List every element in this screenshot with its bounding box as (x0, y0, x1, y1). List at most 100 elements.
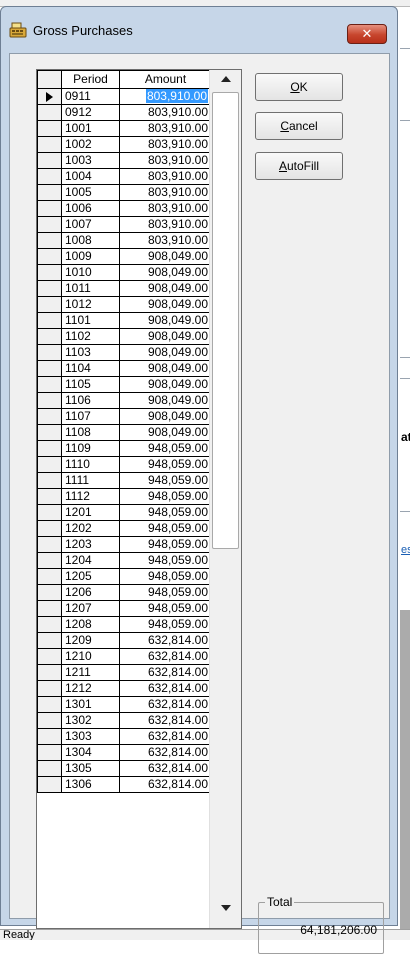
period-cell[interactable]: 1204 (61, 552, 120, 569)
row-selector[interactable] (37, 88, 62, 105)
row-selector[interactable] (37, 472, 62, 489)
period-cell[interactable]: 1106 (61, 392, 120, 409)
amount-cell[interactable]: 632,814.00 (119, 696, 212, 713)
amount-cell[interactable]: 803,910.00 (119, 120, 212, 137)
background-link-fragment[interactable]: esp (401, 544, 410, 556)
table-row[interactable]: 1303 632,814.00 (37, 728, 212, 745)
amount-cell[interactable]: 803,910.00 (119, 88, 212, 105)
row-selector[interactable] (37, 728, 62, 745)
row-selector[interactable] (37, 408, 62, 425)
period-cell[interactable]: 1103 (61, 344, 120, 361)
period-cell[interactable]: 1211 (61, 664, 120, 681)
row-selector[interactable] (37, 312, 62, 329)
amount-cell[interactable]: 632,814.00 (119, 632, 212, 649)
period-cell[interactable]: 1209 (61, 632, 120, 649)
row-selector[interactable] (37, 120, 62, 137)
amount-cell[interactable]: 948,059.00 (119, 520, 212, 537)
row-selector[interactable] (37, 680, 62, 697)
amount-cell[interactable]: 908,049.00 (119, 280, 212, 297)
row-selector[interactable] (37, 488, 62, 505)
table-row[interactable]: 1008 803,910.00 (37, 232, 212, 249)
row-selector[interactable] (37, 264, 62, 281)
amount-cell[interactable]: 948,059.00 (119, 504, 212, 521)
row-selector[interactable] (37, 296, 62, 313)
period-cell[interactable]: 1305 (61, 760, 120, 777)
period-cell[interactable]: 1202 (61, 520, 120, 537)
table-row[interactable]: 1302 632,814.00 (37, 712, 212, 729)
table-row[interactable]: 1109 948,059.00 (37, 440, 212, 457)
table-row[interactable]: 1205 948,059.00 (37, 568, 212, 585)
period-cell[interactable]: 1304 (61, 744, 120, 761)
amount-cell[interactable]: 948,059.00 (119, 456, 212, 473)
row-selector[interactable] (37, 440, 62, 457)
row-selector[interactable] (37, 392, 62, 409)
row-selector[interactable] (37, 184, 62, 201)
table-row[interactable]: 1004 803,910.00 (37, 168, 212, 185)
period-cell[interactable]: 1002 (61, 136, 120, 153)
table-row[interactable]: 1203 948,059.00 (37, 536, 212, 553)
table-row[interactable]: 1112 948,059.00 (37, 488, 212, 505)
table-row[interactable]: 1102 908,049.00 (37, 328, 212, 345)
row-selector[interactable] (37, 360, 62, 377)
scroll-up-arrow-icon[interactable] (221, 76, 231, 82)
period-cell[interactable]: 1011 (61, 280, 120, 297)
amount-cell[interactable]: 908,049.00 (119, 392, 212, 409)
row-selector[interactable] (37, 584, 62, 601)
row-selector[interactable] (37, 376, 62, 393)
table-row[interactable]: 1204 948,059.00 (37, 552, 212, 569)
amount-cell[interactable]: 908,049.00 (119, 312, 212, 329)
period-cell[interactable]: 1005 (61, 184, 120, 201)
period-cell[interactable]: 0911 (61, 88, 120, 105)
table-row[interactable]: 1105 908,049.00 (37, 376, 212, 393)
row-selector[interactable] (37, 216, 62, 233)
period-cell[interactable]: 1104 (61, 360, 120, 377)
period-cell[interactable]: 1007 (61, 216, 120, 233)
row-selector[interactable] (37, 248, 62, 265)
period-cell[interactable]: 1201 (61, 504, 120, 521)
grid-vertical-scrollbar[interactable] (209, 70, 241, 928)
cancel-button[interactable]: Cancel (255, 112, 343, 140)
row-selector[interactable] (37, 600, 62, 617)
period-cell[interactable]: 1206 (61, 584, 120, 601)
amount-cell[interactable]: 908,049.00 (119, 360, 212, 377)
amount-cell[interactable]: 948,059.00 (119, 600, 212, 617)
amount-cell[interactable]: 632,814.00 (119, 648, 212, 665)
table-row[interactable]: 1101 908,049.00 (37, 312, 212, 329)
table-row[interactable]: 1001 803,910.00 (37, 120, 212, 137)
amount-cell[interactable]: 803,910.00 (119, 216, 212, 233)
period-cell[interactable]: 1111 (61, 472, 120, 489)
amount-cell[interactable]: 948,059.00 (119, 568, 212, 585)
column-header-amount[interactable]: Amount (119, 70, 212, 89)
amount-cell[interactable]: 632,814.00 (119, 728, 212, 745)
row-selector[interactable] (37, 104, 62, 121)
table-row[interactable]: 1005 803,910.00 (37, 184, 212, 201)
amount-cell[interactable]: 908,049.00 (119, 296, 212, 313)
row-selector[interactable] (37, 280, 62, 297)
title-bar[interactable]: Gross Purchases ✕ (1, 7, 397, 53)
period-cell[interactable]: 1009 (61, 248, 120, 265)
row-selector[interactable] (37, 536, 62, 553)
amount-cell[interactable]: 632,814.00 (119, 712, 212, 729)
period-cell[interactable]: 1302 (61, 712, 120, 729)
period-cell[interactable]: 1207 (61, 600, 120, 617)
amount-cell[interactable]: 632,814.00 (119, 744, 212, 761)
table-row[interactable]: 1103 908,049.00 (37, 344, 212, 361)
amount-cell[interactable]: 948,059.00 (119, 536, 212, 553)
period-cell[interactable]: 1110 (61, 456, 120, 473)
table-row[interactable]: 0911 803,910.00 (37, 88, 212, 105)
table-row[interactable]: 1107 908,049.00 (37, 408, 212, 425)
amount-cell[interactable]: 908,049.00 (119, 248, 212, 265)
row-selector[interactable] (37, 664, 62, 681)
row-selector[interactable] (37, 152, 62, 169)
period-cell[interactable]: 1301 (61, 696, 120, 713)
period-cell[interactable]: 1012 (61, 296, 120, 313)
periods-grid[interactable]: Period Amount 0911 803,910.00 0912 803,910.… (36, 69, 242, 929)
table-row[interactable]: 1007 803,910.00 (37, 216, 212, 233)
period-cell[interactable]: 1105 (61, 376, 120, 393)
row-selector[interactable] (37, 760, 62, 777)
period-cell[interactable]: 1109 (61, 440, 120, 457)
amount-cell[interactable]: 803,910.00 (119, 184, 212, 201)
amount-cell[interactable]: 908,049.00 (119, 408, 212, 425)
amount-cell[interactable]: 908,049.00 (119, 328, 212, 345)
row-selector[interactable] (37, 696, 62, 713)
